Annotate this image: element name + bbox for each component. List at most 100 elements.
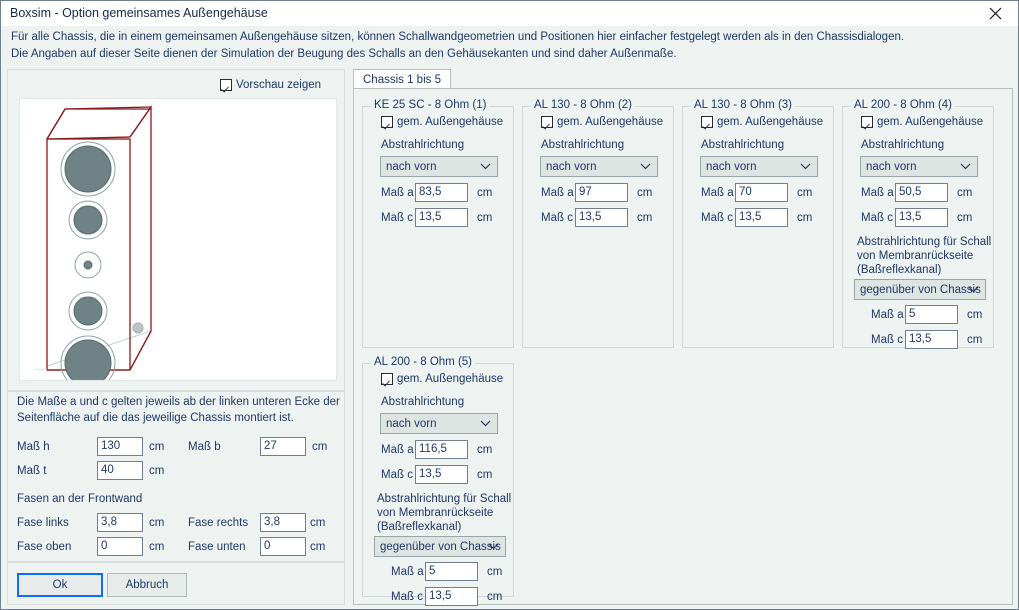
tab-chassis-1-bis-5[interactable]: Chassis 1 bis 5	[353, 69, 451, 89]
mass-h-label: Maß h	[17, 440, 50, 453]
chassis-4-rear-mass-a-input[interactable]: 5	[905, 305, 958, 324]
chassis-1-direction-select[interactable]: nach vorn	[380, 156, 498, 177]
intro-text-block: Für alle Chassis, die in einem gemeinsam…	[1, 26, 1018, 66]
chassis-4-rear-mass-c-label: Maß c	[871, 333, 903, 346]
intro-line-2: Die Angaben auf dieser Seite dienen der …	[11, 48, 677, 60]
checkbox-box-preview[interactable]	[220, 79, 232, 91]
chassis-4-mass-a-label: Maß a	[861, 186, 894, 199]
chassis-5-rear-label-l2: von Membranrückseite	[377, 507, 494, 519]
chassis-2-mass-c-row: Maß c 13,5 cm	[541, 208, 652, 227]
checkbox-box-gem-3[interactable]	[701, 116, 713, 128]
bass-reflex-port	[132, 322, 144, 334]
checkbox-box-gem-5[interactable]	[381, 373, 393, 385]
chassis-4-rear-direction-select[interactable]: gegenüber von Chassis	[854, 279, 986, 300]
chevron-down-icon	[968, 280, 979, 299]
chassis-1-mass-a-input[interactable]: 83,5	[415, 183, 468, 202]
preview-panel: Vorschau zeigen	[7, 69, 345, 391]
chassis-5-gem-label: gem. Außengehäuse	[397, 373, 504, 385]
chassis-5-rear-mass-a-unit: cm	[487, 565, 503, 578]
cabinet-preview	[19, 98, 337, 381]
chassis-4-mass-a-input[interactable]: 50,5	[895, 183, 948, 202]
dialog-window: Boxsim - Option gemeinsames Außengehäuse…	[0, 0, 1019, 610]
chassis-5-direction-select[interactable]: nach vorn	[380, 413, 498, 434]
chassis-4-gem-checkbox[interactable]: gem. Außengehäuse	[861, 116, 983, 128]
fasen-section-title: Fasen an der Frontwand	[17, 493, 143, 505]
mass-h-input[interactable]: 130	[97, 437, 143, 456]
chassis-5-rear-mass-c-label: Maß c	[391, 590, 423, 603]
chassis-2-direction-select[interactable]: nach vorn	[540, 156, 658, 177]
chassis-2-mass-c-input[interactable]: 13,5	[575, 208, 628, 227]
chassis-5-rear-mass-a-input[interactable]: 5	[425, 562, 478, 581]
chassis-4-rear-mass-a-row: Maß a 5 cm	[871, 305, 982, 324]
chassis-5-mass-a-input[interactable]: 116,5	[415, 440, 468, 459]
field-fase-unten: Fase unten 0 cm	[188, 537, 325, 556]
chassis-4-rear-mass-c-input[interactable]: 13,5	[905, 330, 958, 349]
chassis-1-gem-checkbox[interactable]: gem. Außengehäuse	[381, 116, 503, 128]
chassis-5-mass-a-label: Maß a	[381, 443, 414, 456]
chassis-group-3: AL 130 - 8 Ohm (3) gem. Außengehäuse Abs…	[682, 99, 834, 348]
chassis-3-mass-c-label: Maß c	[701, 211, 733, 224]
fase-oben-input[interactable]: 0	[97, 537, 143, 556]
mass-t-unit: cm	[149, 464, 165, 477]
chassis-3-mass-a-input[interactable]: 70	[735, 183, 788, 202]
chassis-5-gem-checkbox[interactable]: gem. Außengehäuse	[381, 373, 503, 385]
chassis-4-rear-label: Abstrahlrichtung für Schall von Membranr…	[857, 235, 991, 277]
chevron-down-icon	[488, 537, 499, 556]
fase-unten-input[interactable]: 0	[260, 537, 306, 556]
close-button[interactable]	[972, 1, 1018, 25]
window-title: Boxsim - Option gemeinsames Außengehäuse	[10, 6, 268, 20]
chassis-4-mass-c-input[interactable]: 13,5	[895, 208, 948, 227]
chassis-3-direction-label: Abstrahlrichtung	[701, 139, 785, 151]
mass-b-input[interactable]: 27	[260, 437, 306, 456]
chassis-2-title: AL 130 - 8 Ohm (2)	[531, 99, 636, 111]
chassis-4-direction-value: nach vorn	[866, 160, 917, 173]
checkbox-box-gem-2[interactable]	[541, 116, 553, 128]
chassis-2-mass-c-unit: cm	[637, 211, 653, 224]
title-bar: Boxsim - Option gemeinsames Außengehäuse	[1, 1, 1018, 26]
chassis-5-rear-direction-select[interactable]: gegenüber von Chassis	[374, 536, 506, 557]
fase-links-unit: cm	[149, 516, 165, 529]
chassis-4-rear-mass-a-unit: cm	[967, 308, 983, 321]
driver-5	[60, 335, 116, 380]
chassis-group-4: AL 200 - 8 Ohm (4) gem. Außengehäuse Abs…	[842, 99, 994, 349]
chassis-4-rear-mass-c-row: Maß c 13,5 cm	[871, 330, 982, 349]
chevron-down-icon	[640, 157, 651, 176]
chassis-5-rear-label-l3: (Baßreflexkanal)	[377, 521, 462, 533]
mass-t-input[interactable]: 40	[97, 461, 143, 480]
chassis-2-direction-value: nach vorn	[546, 160, 597, 173]
fase-links-input[interactable]: 3,8	[97, 513, 143, 532]
tab-page-chassis: KE 25 SC - 8 Ohm (1) gem. Außengehäuse A…	[353, 88, 1013, 606]
chassis-2-mass-a-input[interactable]: 97	[575, 183, 628, 202]
chassis-4-mass-c-label: Maß c	[861, 211, 893, 224]
preview-checkbox[interactable]: Vorschau zeigen	[220, 79, 321, 91]
chassis-5-direction-label: Abstrahlrichtung	[381, 396, 465, 408]
chassis-1-direction-label: Abstrahlrichtung	[381, 139, 465, 151]
chassis-1-mass-c-input[interactable]: 13,5	[415, 208, 468, 227]
chassis-2-gem-checkbox[interactable]: gem. Außengehäuse	[541, 116, 663, 128]
fase-unten-label: Fase unten	[188, 540, 246, 553]
chassis-5-mass-a-row: Maß a 116,5 cm	[381, 440, 492, 459]
chassis-3-gem-checkbox[interactable]: gem. Außengehäuse	[701, 116, 823, 128]
dimensions-panel: Die Maße a und c gelten jeweils ab der l…	[7, 391, 345, 562]
chassis-3-mass-c-row: Maß c 13,5 cm	[701, 208, 812, 227]
chassis-4-mass-c-unit: cm	[957, 211, 973, 224]
chassis-group-2: AL 130 - 8 Ohm (2) gem. Außengehäuse Abs…	[522, 99, 674, 348]
chassis-3-direction-select[interactable]: nach vorn	[700, 156, 818, 177]
chassis-3-mass-c-input[interactable]: 13,5	[735, 208, 788, 227]
chassis-5-rear-mass-c-row: Maß c 13,5 cm	[391, 587, 502, 606]
fase-links-label: Fase links	[17, 516, 69, 529]
chassis-group-1: KE 25 SC - 8 Ohm (1) gem. Außengehäuse A…	[362, 99, 514, 348]
chassis-5-title: AL 200 - 8 Ohm (5)	[371, 356, 476, 368]
driver-2	[68, 200, 108, 240]
chassis-4-direction-select[interactable]: nach vorn	[860, 156, 978, 177]
chassis-4-mass-a-row: Maß a 50,5 cm	[861, 183, 972, 202]
fase-rechts-input[interactable]: 3,8	[260, 513, 306, 532]
ok-button[interactable]: Ok	[17, 573, 103, 597]
chassis-3-gem-label: gem. Außengehäuse	[717, 116, 824, 128]
fase-oben-unit: cm	[149, 540, 165, 553]
cancel-button[interactable]: Abbruch	[107, 573, 187, 597]
chassis-5-rear-mass-c-input[interactable]: 13,5	[425, 587, 478, 606]
checkbox-box-gem-4[interactable]	[861, 116, 873, 128]
chassis-5-mass-c-input[interactable]: 13,5	[415, 465, 468, 484]
checkbox-box-gem-1[interactable]	[381, 116, 393, 128]
